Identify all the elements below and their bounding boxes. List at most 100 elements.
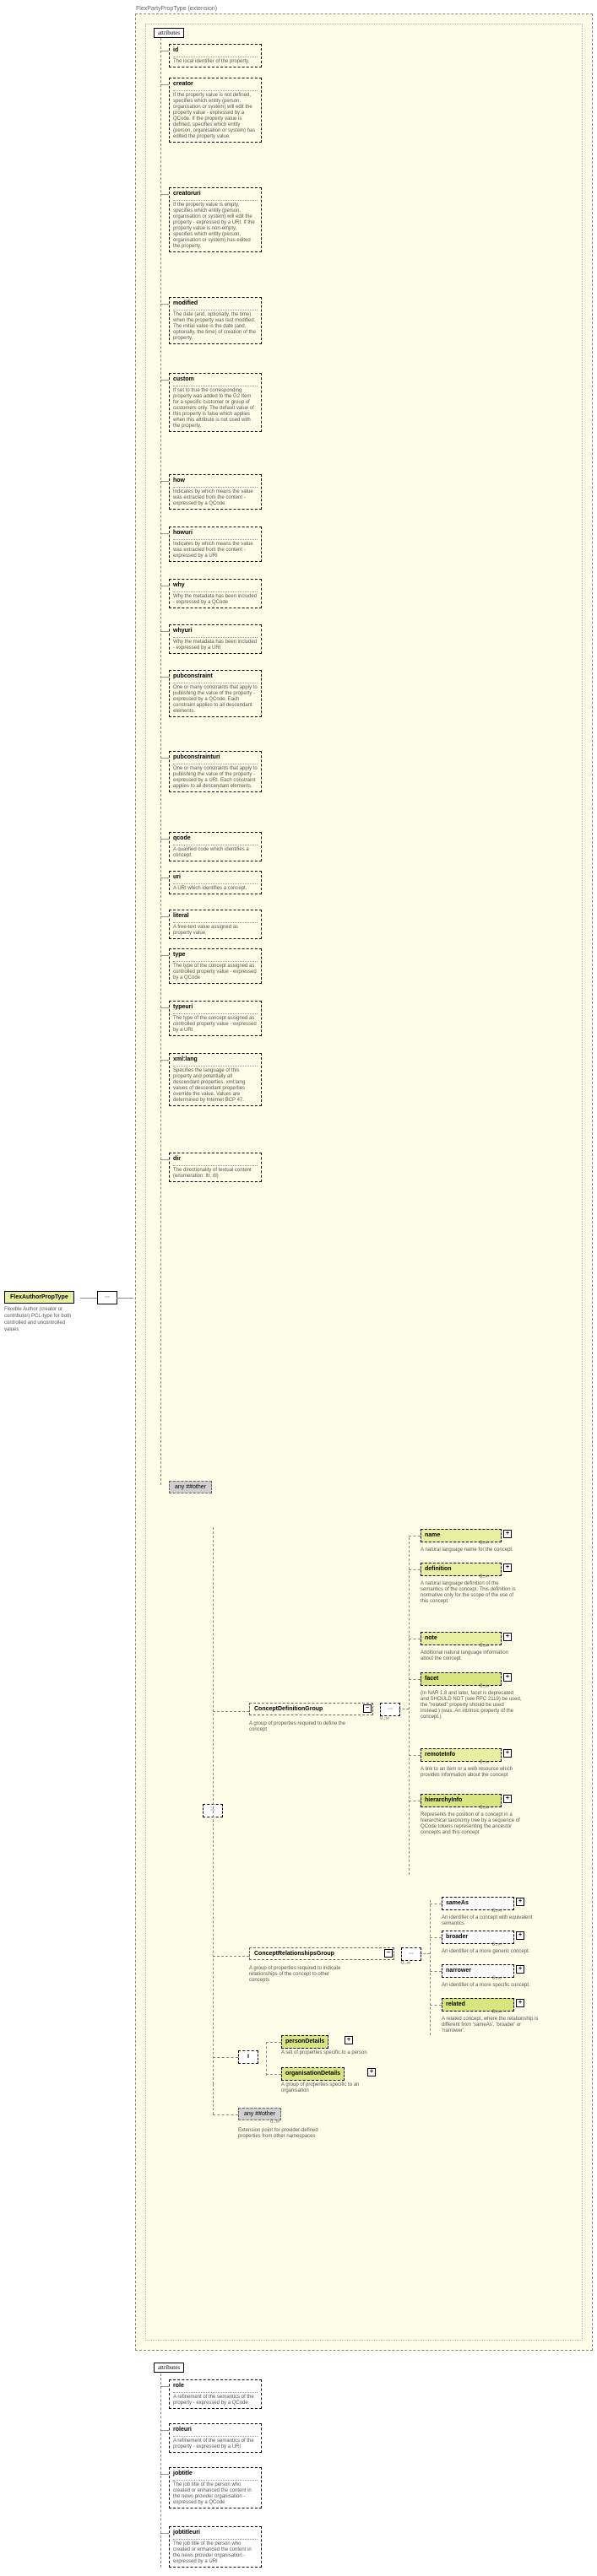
relgroup-card: 0..∞ bbox=[401, 1961, 410, 1966]
attr-pubconstraint: pubconstraintOne or many constraints tha… bbox=[169, 670, 262, 717]
attr-doc: If the property value is empty, specifie… bbox=[173, 203, 258, 250]
element-narrower: narrower bbox=[442, 1964, 514, 1978]
element-name: related bbox=[446, 2001, 510, 2009]
element-name: remoteInfo bbox=[425, 1751, 497, 1759]
attr-name: dir bbox=[173, 1155, 258, 1164]
extension-inner-dots bbox=[145, 24, 583, 2341]
attr-doc: Indicates by which means the value was e… bbox=[173, 542, 258, 559]
element-name: sameAs bbox=[446, 1899, 510, 1908]
connector bbox=[213, 1956, 249, 1957]
bottom-attributes-header-label: attributes bbox=[158, 2364, 180, 2371]
attr-name: literal bbox=[173, 912, 258, 921]
extension-any-box: any ##other bbox=[238, 2108, 281, 2120]
attr-name: pubconstraint bbox=[173, 672, 258, 681]
attr-whyuri: whyuriWhy the metadata has been included… bbox=[169, 624, 262, 654]
expand-toggle[interactable]: + bbox=[367, 2068, 376, 2076]
attr-doc: The type of the concept assigned as cont… bbox=[173, 1016, 258, 1034]
connector bbox=[160, 631, 169, 632]
attr-name: jobtitle bbox=[173, 2470, 258, 2478]
element-hierarchyInfo: hierarchyInfo bbox=[421, 1794, 502, 1807]
element-card: 0..∞ bbox=[480, 1806, 489, 1811]
root-type-box: FlexAuthorPropType bbox=[4, 1291, 74, 1304]
attr-name: roleuri bbox=[173, 2426, 258, 2434]
element-card: 0..∞ bbox=[492, 1942, 502, 1947]
expand-toggle[interactable]: + bbox=[516, 1931, 524, 1940]
attr-creatoruri: creatoruri If the property value is empty… bbox=[169, 187, 262, 252]
connector bbox=[430, 1971, 442, 1972]
connector bbox=[430, 1937, 442, 1938]
element-name: narrower bbox=[446, 1967, 510, 1975]
expand-toggle[interactable]: + bbox=[516, 1965, 524, 1974]
connector bbox=[160, 1007, 169, 1008]
attr-jobtitleuri: jobtitleuriThe job title of the person w… bbox=[169, 2526, 262, 2568]
attr-why: whyWhy the metadata has been included - … bbox=[169, 579, 262, 608]
attr-doc: One or many constraints that apply to pu… bbox=[173, 766, 258, 790]
attr-name: xml:lang bbox=[173, 1056, 258, 1064]
relgroup-sequence: ⋯ bbox=[401, 1947, 421, 1961]
extension-any-card: 0..∞ bbox=[270, 2120, 280, 2125]
element-name: name bbox=[425, 1531, 497, 1540]
person-details: personDetails bbox=[281, 2035, 328, 2049]
element-doc: A natural language name for the concept. bbox=[421, 1547, 522, 1553]
attr-doc: The job title of the person who created … bbox=[173, 2482, 258, 2506]
element-name: hierarchyInfo bbox=[425, 1796, 497, 1805]
expand-toggle[interactable]: + bbox=[503, 1530, 512, 1538]
element-name: definition bbox=[425, 1565, 497, 1574]
connector bbox=[409, 1679, 421, 1680]
extension-label: FlexPartyPropType (extension) bbox=[136, 6, 217, 12]
attr-name: typeuri bbox=[173, 1003, 258, 1012]
expand-toggle[interactable]: + bbox=[503, 1563, 512, 1572]
attr-qcode: qcodeA qualified code which identifies a… bbox=[169, 832, 262, 861]
concept-definition-group-doc: A group of properties required to define… bbox=[249, 1721, 350, 1733]
connector bbox=[266, 2074, 281, 2075]
attr-name: jobtitleuri bbox=[173, 2529, 258, 2537]
expand-toggle[interactable]: − bbox=[363, 1704, 372, 1713]
element-card: 0..∞ bbox=[492, 2010, 502, 2015]
attr-doc: The type of the concept assigned as cont… bbox=[173, 964, 258, 981]
concept-definition-group: ConceptDefinitionGroup bbox=[249, 1703, 373, 1715]
extension-any-doc: Extension point for provider-defined pro… bbox=[238, 2128, 339, 2140]
connector bbox=[213, 2057, 238, 2058]
connector bbox=[160, 2533, 169, 2534]
element-card: 0..∞ bbox=[480, 1541, 489, 1546]
attr-doc: A free-text value assigned as property v… bbox=[173, 925, 258, 937]
attr-custom: customIf set to true the corresponding p… bbox=[169, 373, 262, 432]
attr-how: howIndicates by which means the value wa… bbox=[169, 474, 262, 510]
expand-toggle[interactable]: + bbox=[503, 1633, 512, 1641]
element-doc: Additional natural language information … bbox=[421, 1650, 522, 1662]
connector bbox=[266, 2042, 267, 2076]
connector bbox=[160, 2386, 169, 2387]
expand-toggle[interactable]: + bbox=[516, 1898, 524, 1906]
attr-name: creator bbox=[173, 80, 258, 89]
attr-doc: If the property value is not defined, sp… bbox=[173, 93, 258, 140]
person-details-name: personDetails bbox=[285, 2039, 324, 2044]
defgroup-card: 0..∞ bbox=[380, 1716, 389, 1721]
expand-toggle[interactable]: − bbox=[384, 1949, 393, 1958]
attr-xml-lang: xml:langSpecifies the language of this p… bbox=[169, 1053, 262, 1106]
attr-name: creatoruri bbox=[173, 190, 258, 198]
expand-toggle[interactable]: + bbox=[345, 2036, 353, 2044]
element-card: 0..∞ bbox=[492, 1976, 502, 1981]
connector bbox=[430, 2005, 442, 2006]
connector bbox=[160, 677, 169, 678]
connector bbox=[160, 304, 169, 305]
connector bbox=[160, 2373, 161, 2568]
element-card: 0..∞ bbox=[480, 1760, 489, 1765]
expand-toggle[interactable]: + bbox=[503, 1795, 512, 1803]
element-facet: facet bbox=[421, 1672, 502, 1686]
attr-howuri: howuriIndicates by which means the value… bbox=[169, 527, 262, 562]
root-type-name: FlexAuthorPropType bbox=[10, 1294, 68, 1300]
attr-name: modified bbox=[173, 300, 258, 308]
connector bbox=[160, 758, 169, 759]
expand-toggle[interactable]: + bbox=[516, 1999, 524, 2007]
element-doc: Represents the position of a concept in … bbox=[421, 1812, 522, 1836]
expand-toggle[interactable]: + bbox=[503, 1749, 512, 1758]
connector bbox=[160, 2474, 169, 2475]
attr-creator: creator If the property value is not defi… bbox=[169, 78, 262, 143]
connector bbox=[160, 916, 169, 917]
expand-toggle[interactable]: + bbox=[503, 1673, 512, 1682]
connector bbox=[160, 2430, 169, 2431]
connector bbox=[420, 1953, 430, 1954]
element-note: note bbox=[421, 1632, 502, 1645]
attr-literal: literal A free-text value assigned as pro… bbox=[169, 910, 262, 939]
